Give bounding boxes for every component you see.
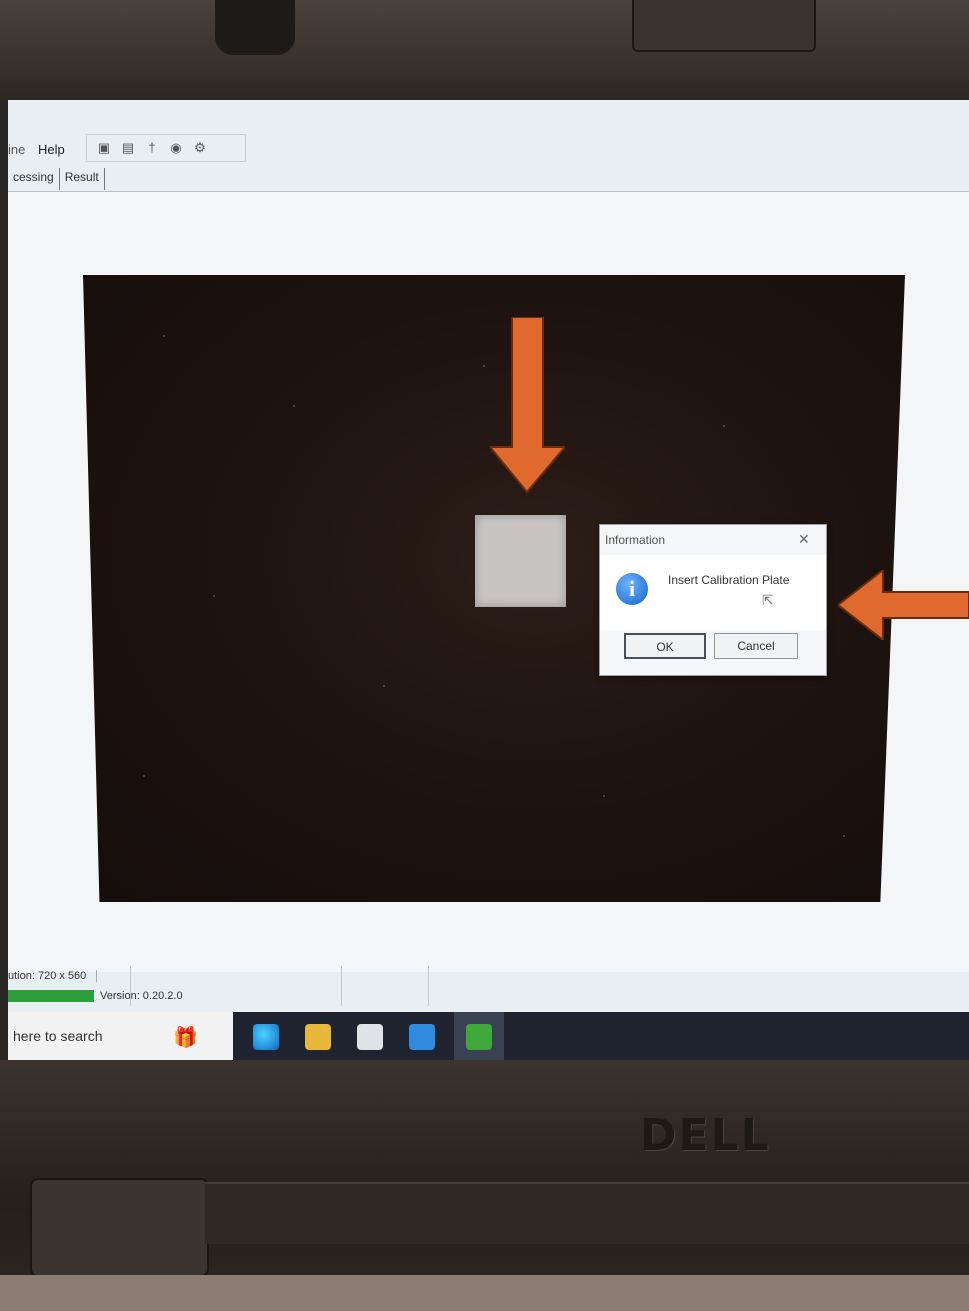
tab-processing[interactable]: cessing [8, 168, 60, 190]
toolbar-icons: ▣ ▤ † ◉ ⚙ [86, 134, 246, 162]
close-icon[interactable]: ✕ [798, 531, 810, 548]
camera-alt-icon[interactable]: ▤ [121, 141, 135, 155]
status-separator [341, 966, 342, 1006]
status-bar: ution: 720 x 560 Version: 0.20.2.0 [8, 966, 969, 1006]
camera-notch [215, 0, 295, 55]
search-placeholder: here to search [13, 1028, 103, 1044]
pin-icon[interactable]: † [145, 141, 159, 155]
information-dialog: Information ✕ i Insert Calibration Plate… [599, 524, 827, 676]
store-icon[interactable] [357, 1024, 383, 1050]
tab-result[interactable]: Result [60, 168, 105, 190]
status-resolution: ution: 720 x 560 [8, 970, 98, 982]
status-version: Version: 0.20.2.0 [100, 990, 183, 1002]
menu-item-partial[interactable]: ine [8, 142, 25, 157]
status-separator [428, 966, 429, 1006]
taskbar: here to search 🎁 [8, 1012, 969, 1060]
laptop-top-bezel [0, 0, 969, 105]
status-separator [130, 966, 131, 1006]
mail-icon[interactable] [409, 1024, 435, 1050]
mouse-cursor-icon: ⇱ [762, 592, 774, 608]
globe-icon[interactable]: ◉ [169, 141, 183, 155]
lid-latch [632, 0, 816, 52]
dialog-message: Insert Calibration Plate [668, 573, 790, 587]
menu-toolbar: ine Help ▣ ▤ † ◉ ⚙ [8, 130, 969, 166]
dialog-title: Information [605, 533, 666, 547]
hinge-bar [205, 1182, 969, 1244]
laptop-base [0, 1275, 969, 1311]
file-explorer-icon[interactable] [305, 1024, 331, 1050]
annotation-arrow-left [838, 570, 969, 640]
taskbar-search-box[interactable]: here to search 🎁 [8, 1012, 233, 1060]
menu-item-help[interactable]: Help [38, 142, 65, 157]
settings-icon[interactable]: ⚙ [193, 141, 207, 155]
dell-logo: DELL [640, 1110, 771, 1161]
calibration-plate-image [475, 515, 566, 607]
dialog-body: i Insert Calibration Plate ⇱ [600, 555, 826, 630]
gift-icon[interactable]: 🎁 [173, 1020, 223, 1056]
app-icon[interactable] [466, 1024, 492, 1050]
camera-icon[interactable]: ▣ [97, 141, 111, 155]
ok-button[interactable]: OK [624, 633, 706, 659]
left-hinge [30, 1178, 209, 1277]
tab-bar: cessing Result [8, 168, 105, 190]
taskbar-active-app[interactable] [454, 1012, 504, 1060]
info-icon: i [616, 573, 648, 605]
annotation-arrow-down [490, 317, 565, 494]
edge-icon[interactable] [253, 1024, 279, 1050]
cancel-button[interactable]: Cancel [714, 633, 798, 659]
status-progress-bar [8, 990, 94, 1002]
screen: ine Help ▣ ▤ † ◉ ⚙ cessing Result Inform [8, 100, 969, 1060]
